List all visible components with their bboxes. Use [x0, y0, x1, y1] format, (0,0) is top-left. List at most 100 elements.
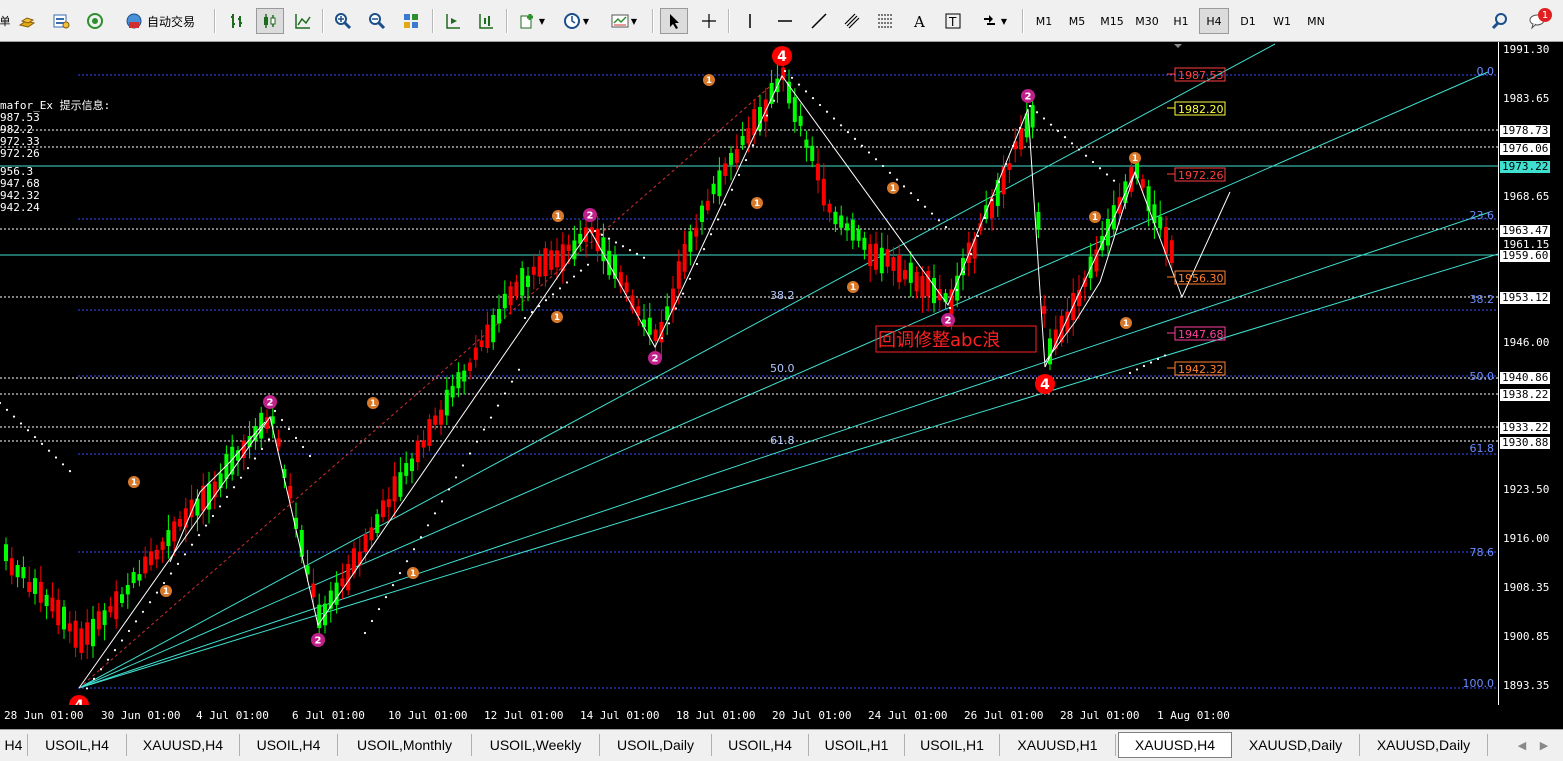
candle-body [73, 620, 78, 648]
crosshair-tool-button[interactable] [696, 8, 722, 34]
period-mn-button[interactable]: MN [1301, 8, 1331, 34]
tile-windows-button[interactable] [398, 8, 424, 34]
search-button[interactable] [1488, 8, 1512, 34]
sar-dot [976, 234, 980, 238]
chart-tab[interactable]: H4 [0, 734, 28, 756]
sar-dot [1049, 123, 1053, 126]
line-chart-button[interactable] [290, 8, 316, 34]
candle-body [421, 440, 426, 448]
auto-scroll-button[interactable] [440, 8, 466, 34]
period-h1-button[interactable]: H1 [1166, 8, 1196, 34]
toolbar-overflow-text: 单 [0, 15, 11, 28]
channel-line-middle[interactable] [78, 71, 1489, 689]
svg-text:T: T [948, 15, 957, 29]
chart-tab[interactable]: USOIL,H4 [28, 734, 127, 756]
chart-tab[interactable]: USOIL,Weekly [472, 734, 600, 756]
indicators-menu-button[interactable]: ▼ [514, 8, 550, 34]
periods-menu-button[interactable]: ▼ [558, 8, 594, 34]
channel-line-bottom[interactable] [78, 253, 1499, 689]
chart-tab[interactable]: USOIL,H1 [809, 734, 905, 756]
fib-level-label: 61.8 [1470, 442, 1495, 455]
price-axis[interactable]: 1991.30 1983.65 1978.73 1976.06 1973.22 … [1498, 42, 1563, 705]
signals-button[interactable] [82, 8, 108, 34]
sar-dot [804, 90, 808, 93]
auto-trading-button[interactable]: 自动交易 [114, 8, 206, 34]
period-w1-button[interactable]: W1 [1267, 8, 1297, 34]
sar-dot [384, 595, 388, 599]
vertical-line-tool-button[interactable] [738, 8, 762, 34]
candle-body [4, 544, 8, 562]
text-tool-button[interactable]: A [906, 8, 932, 34]
elliott-wave-lines[interactable] [78, 75, 1231, 689]
channel-line-lower[interactable] [78, 211, 1491, 689]
period-m5-button[interactable]: M5 [1062, 8, 1092, 34]
tabs-scroll-right-button[interactable]: ▶ [1534, 734, 1554, 756]
tabs-scroll-left-button[interactable]: ◀ [1512, 734, 1532, 756]
sar-dot [1056, 129, 1060, 132]
template-icon [611, 14, 629, 28]
chart-tab-active[interactable]: XAUUSD,H4 [1118, 732, 1232, 758]
templates-menu-button[interactable]: ▼ [604, 8, 644, 34]
period-d1-button[interactable]: D1 [1233, 8, 1263, 34]
cursor-tool-button[interactable] [660, 8, 688, 34]
time-axis-label: 28 Jul 01:00 [1060, 709, 1140, 722]
arrows-menu-button[interactable]: ▼ [974, 8, 1014, 34]
price-chart[interactable]: 4 4 4 2 2 2 2 2 2 1 1 1 1 1 1 1 1 1 1 1 1 1 0.0 23.6 38.2 50.0 61… [0, 42, 1499, 715]
chart-tab[interactable]: USOIL,H4 [240, 734, 338, 756]
candle-body [143, 556, 148, 574]
chart-tab[interactable]: XAUUSD,H4 [127, 734, 240, 756]
market-watch-button[interactable] [48, 8, 74, 34]
price-axis-label: 1953.12 [1500, 291, 1551, 304]
fibonacci-retracement[interactable] [78, 74, 1498, 689]
horizontal-line-tool-button[interactable] [772, 8, 798, 34]
red-dashed-trendline[interactable] [78, 75, 783, 689]
candle-body [357, 551, 362, 566]
toolbar-separator [1022, 9, 1024, 33]
chart-tab[interactable]: XAUUSD,H1 [1000, 734, 1116, 756]
chart-tab[interactable]: XAUUSD,Daily [1360, 734, 1488, 756]
sar-dot [607, 237, 611, 240]
equidistant-channel-tool-button[interactable] [838, 8, 866, 34]
candlestick-button[interactable] [256, 8, 284, 34]
channel-line-upper[interactable] [78, 43, 1276, 689]
sar-dot [1028, 104, 1032, 108]
candle-body [491, 314, 496, 343]
chart-tab[interactable]: USOIL,H1 [905, 734, 1000, 756]
sar-dot [19, 422, 23, 425]
candle-body [734, 148, 739, 163]
wave-marker-label: 1 [131, 478, 137, 488]
period-m15-button[interactable]: M15 [1096, 8, 1128, 34]
signal-icon [87, 13, 103, 29]
new-order-button[interactable] [14, 8, 40, 34]
time-axis[interactable]: 28 Jun 01:00 30 Jun 01:00 4 Jul 01:00 6 … [0, 705, 1498, 729]
wave-marker-label: 4 [777, 49, 787, 65]
period-m1-button[interactable]: M1 [1029, 8, 1059, 34]
candle-body [149, 551, 153, 566]
text-label-tool-button[interactable]: T [940, 8, 966, 34]
shift-marker-icon[interactable] [1174, 44, 1182, 48]
chart-tab[interactable]: USOIL,H4 [712, 734, 809, 756]
toolbar-separator [214, 9, 216, 33]
candle-body [497, 309, 501, 324]
chart-tab[interactable]: USOIL,Monthly [338, 734, 472, 756]
sar-dot [969, 252, 973, 256]
notifications-button[interactable]: 1 [1522, 8, 1552, 34]
chart-shift-button[interactable] [472, 8, 500, 34]
zoom-out-button[interactable] [364, 8, 390, 34]
candle-body [537, 256, 542, 277]
level-tag-label: 1942.32 [1178, 363, 1224, 376]
wave-annotation-text[interactable]: 回调修整abc浪 [878, 330, 1000, 351]
period-h4-button[interactable]: H4 [1199, 8, 1229, 34]
wave-marker-label: 1 [754, 199, 760, 209]
period-m30-button[interactable]: M30 [1131, 8, 1163, 34]
chart-tab[interactable]: USOIL,Daily [600, 734, 712, 756]
bar-chart-button[interactable] [224, 8, 250, 34]
sar-dot [600, 233, 604, 236]
fibonacci-tool-button[interactable] [872, 8, 898, 34]
sar-dot [211, 514, 215, 518]
wave-marker-label: 1 [555, 212, 561, 222]
chart-tab[interactable]: XAUUSD,Daily [1232, 734, 1360, 756]
zoom-in-button[interactable] [330, 8, 356, 34]
trendline-tool-button[interactable] [806, 8, 832, 34]
time-axis-label: 30 Jun 01:00 [101, 709, 181, 722]
